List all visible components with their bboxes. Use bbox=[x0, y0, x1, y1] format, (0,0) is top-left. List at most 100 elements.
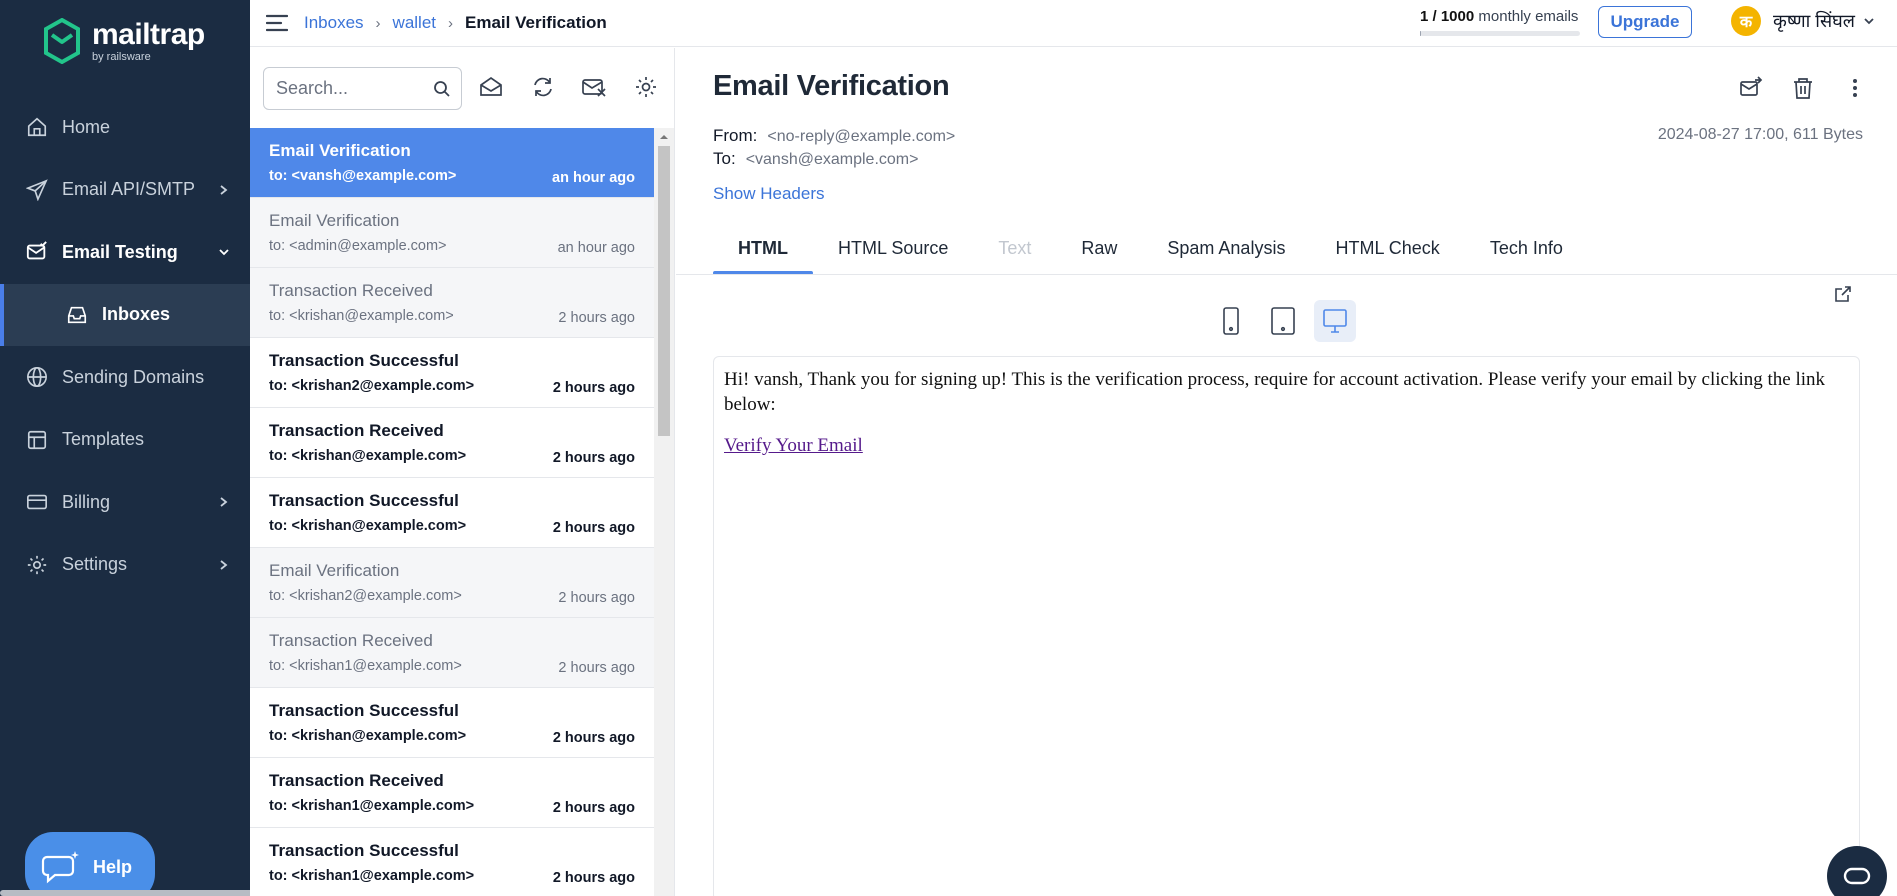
message-subject: Transaction Successful bbox=[269, 841, 459, 860]
list-item[interactable]: Transaction Received to: <krishan@example… bbox=[250, 268, 654, 338]
list-item[interactable]: Transaction Successful to: <krishan2@exam… bbox=[250, 338, 654, 408]
message-time: 2 hours ago bbox=[558, 590, 635, 606]
message-subject: Email Verification bbox=[269, 141, 411, 160]
message-time: an hour ago bbox=[557, 240, 635, 256]
device-switcher bbox=[1210, 300, 1356, 342]
settings-icon[interactable] bbox=[633, 74, 659, 100]
card-icon bbox=[24, 489, 50, 515]
breadcrumb-inboxes[interactable]: Inboxes bbox=[304, 13, 364, 33]
refresh-icon[interactable] bbox=[530, 74, 556, 100]
quota-indicator: 1 / 1000 monthly emails bbox=[1420, 8, 1580, 36]
search-input[interactable] bbox=[276, 78, 426, 99]
logo[interactable]: mailtrap by railsware bbox=[42, 18, 205, 64]
sidebar-item-label: Sending Domains bbox=[62, 366, 205, 387]
sidebar-item-home[interactable]: Home bbox=[0, 96, 250, 159]
message-subject: Email Verification bbox=[269, 561, 400, 580]
menu-icon[interactable] bbox=[266, 14, 288, 32]
sidebar-item-label: Templates bbox=[62, 429, 145, 450]
message-list: Email Verification to: <vansh@example.com… bbox=[250, 128, 654, 896]
from-row: From: <no-reply@example.com> bbox=[713, 126, 955, 146]
tab-text[interactable]: Text bbox=[973, 222, 1056, 274]
more-vertical-icon[interactable] bbox=[1843, 76, 1867, 100]
message-time: 2 hours ago bbox=[558, 660, 635, 676]
sidebar-item-email-api[interactable]: Email API/SMTP bbox=[0, 159, 250, 222]
inbox-icon bbox=[64, 302, 90, 328]
user-name: कृष्णा सिंघल bbox=[1773, 11, 1855, 31]
verify-email-link[interactable]: Verify Your Email bbox=[724, 433, 863, 458]
tab-html-check[interactable]: HTML Check bbox=[1310, 222, 1464, 274]
chevron-down-icon bbox=[1864, 18, 1874, 25]
template-icon bbox=[24, 427, 50, 453]
tab-html[interactable]: HTML bbox=[713, 222, 813, 275]
message-time: an hour ago bbox=[552, 170, 635, 186]
logo-name: mailtrap bbox=[92, 17, 205, 51]
user-menu[interactable]: क कृष्णा सिंघल bbox=[1731, 6, 1875, 36]
message-subject: Transaction Received bbox=[269, 631, 433, 650]
message-time: 2 hours ago bbox=[552, 800, 635, 816]
sidebar-item-sending-domains[interactable]: Sending Domains bbox=[0, 346, 250, 409]
list-scrollbar[interactable] bbox=[654, 128, 674, 896]
sidebar: mailtrap by railsware Home Email API/SMT… bbox=[0, 0, 410, 896]
tab-html-source[interactable]: HTML Source bbox=[813, 222, 973, 274]
avatar: क bbox=[1731, 6, 1761, 36]
list-item[interactable]: Transaction Received to: <krishan1@exampl… bbox=[250, 618, 654, 688]
from-value: <no-reply@example.com> bbox=[767, 128, 956, 145]
message-subject: Email Verification bbox=[269, 211, 400, 230]
mobile-view-button[interactable] bbox=[1210, 300, 1252, 342]
tab-raw[interactable]: Raw bbox=[1056, 222, 1142, 274]
message-time: 2 hours ago bbox=[552, 730, 635, 746]
sidebar-item-label: Billing bbox=[62, 491, 111, 512]
email-preview: Hi! vansh, Thank you for signing up! Thi… bbox=[713, 356, 1860, 896]
list-item[interactable]: Transaction Received to: <krishan1@exampl… bbox=[250, 758, 654, 828]
sidebar-item-inboxes[interactable]: Inboxes bbox=[0, 283, 250, 346]
sidebar-item-email-testing[interactable]: Email Testing bbox=[0, 221, 250, 284]
tab-spam-analysis[interactable]: Spam Analysis bbox=[1142, 222, 1310, 274]
message-subject: Transaction Received bbox=[269, 421, 444, 440]
breadcrumb-separator-icon: › bbox=[375, 14, 381, 32]
show-headers-link[interactable]: Show Headers bbox=[713, 184, 825, 204]
search-box[interactable] bbox=[263, 67, 462, 110]
external-link-icon[interactable] bbox=[1834, 285, 1852, 303]
trash-icon[interactable] bbox=[1791, 76, 1815, 100]
sidebar-item-billing[interactable]: Billing bbox=[0, 471, 250, 534]
list-item[interactable]: Transaction Successful to: <krishan1@exam… bbox=[250, 828, 654, 896]
sidebar-item-label: Home bbox=[62, 116, 111, 137]
tablet-icon bbox=[1271, 307, 1295, 335]
chevron-down-icon bbox=[219, 249, 229, 256]
list-item[interactable]: Transaction Received to: <krishan@example… bbox=[250, 408, 654, 478]
list-item[interactable]: Transaction Successful to: <krishan@examp… bbox=[250, 688, 654, 758]
tabs-divider bbox=[676, 274, 1897, 275]
mark-read-icon[interactable] bbox=[478, 74, 504, 100]
scroll-up-icon[interactable] bbox=[659, 134, 669, 140]
desktop-view-button[interactable] bbox=[1314, 300, 1356, 342]
tablet-view-button[interactable] bbox=[1262, 300, 1304, 342]
chat-icon bbox=[1843, 867, 1871, 885]
tab-tech-info[interactable]: Tech Info bbox=[1465, 222, 1588, 274]
mobile-icon bbox=[1223, 307, 1239, 335]
chat-bubble-icon bbox=[41, 851, 79, 884]
chevron-right-icon bbox=[220, 497, 228, 507]
list-item[interactable]: Email Verification to: <admin@example.com… bbox=[250, 198, 654, 268]
send-icon bbox=[24, 177, 50, 203]
sidebar-item-templates[interactable]: Templates bbox=[0, 409, 250, 472]
message-meta: 2024-08-27 17:00, 611 Bytes bbox=[1657, 126, 1863, 143]
message-time: 2 hours ago bbox=[552, 520, 635, 536]
search-icon[interactable] bbox=[433, 80, 451, 98]
sidebar-item-settings[interactable]: Settings bbox=[0, 534, 250, 597]
message-detail: Email Verification From: <no-reply@exampl… bbox=[676, 48, 1897, 896]
sidebar-nav: Home Email API/SMTP Email Testing Inboxe… bbox=[0, 96, 250, 596]
list-item[interactable]: Transaction Successful to: <krishan@examp… bbox=[250, 478, 654, 548]
upgrade-button[interactable]: Upgrade bbox=[1598, 6, 1692, 38]
scrollbar-thumb[interactable] bbox=[658, 146, 670, 436]
list-item[interactable]: Email Verification to: <krishan2@example.… bbox=[250, 548, 654, 618]
help-label: Help bbox=[93, 856, 133, 877]
breadcrumb-separator-icon: › bbox=[448, 14, 454, 32]
forward-email-icon[interactable] bbox=[1739, 76, 1763, 100]
clear-inbox-icon[interactable] bbox=[581, 74, 607, 100]
breadcrumb-wallet[interactable]: wallet bbox=[393, 13, 436, 33]
message-time: 2 hours ago bbox=[552, 380, 635, 396]
help-button[interactable]: Help bbox=[25, 832, 155, 896]
logo-sub: by railsware bbox=[92, 50, 151, 63]
list-item[interactable]: Email Verification to: <vansh@example.com… bbox=[250, 128, 654, 198]
message-subject: Transaction Received bbox=[269, 771, 444, 790]
